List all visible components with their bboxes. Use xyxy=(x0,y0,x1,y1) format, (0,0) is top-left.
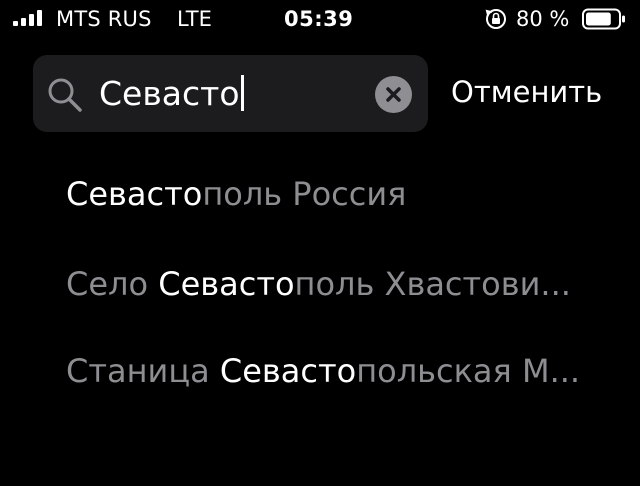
result-suffix: поль Хвастови... xyxy=(294,265,571,303)
battery-percentage: 80 % xyxy=(516,7,570,31)
result-match: Севасто xyxy=(66,175,203,213)
search-result-item[interactable]: Село Севастополь Хвастови... xyxy=(66,263,571,305)
search-query-text: Севасто xyxy=(99,74,240,113)
status-bar: MTS RUS LTE 05:39 80 % xyxy=(0,0,640,38)
status-time: 05:39 xyxy=(284,7,354,31)
result-prefix: Станица xyxy=(66,352,220,390)
cancel-button[interactable]: Отменить xyxy=(451,72,602,112)
clear-button[interactable] xyxy=(375,76,412,113)
battery-icon xyxy=(582,8,625,30)
search-result-item[interactable]: Станица Севастопольская М... xyxy=(66,350,580,392)
orientation-lock-icon xyxy=(485,9,506,29)
search-field[interactable]: Севасто xyxy=(33,55,428,132)
clear-icon xyxy=(386,87,401,102)
result-suffix: поль Россия xyxy=(202,175,407,213)
text-caret xyxy=(240,75,244,111)
result-match: Севасто xyxy=(219,352,357,390)
carrier-name: MTS RUS xyxy=(56,7,152,31)
result-suffix: польская М... xyxy=(356,352,581,390)
search-input[interactable]: Севасто xyxy=(99,73,244,115)
result-prefix: Село xyxy=(66,265,159,303)
search-result-item[interactable]: Севастополь Россия xyxy=(66,173,406,215)
network-type: LTE xyxy=(177,7,212,31)
signal-bars-icon xyxy=(13,10,47,26)
result-match: Севасто xyxy=(158,265,295,303)
search-icon xyxy=(48,78,82,112)
